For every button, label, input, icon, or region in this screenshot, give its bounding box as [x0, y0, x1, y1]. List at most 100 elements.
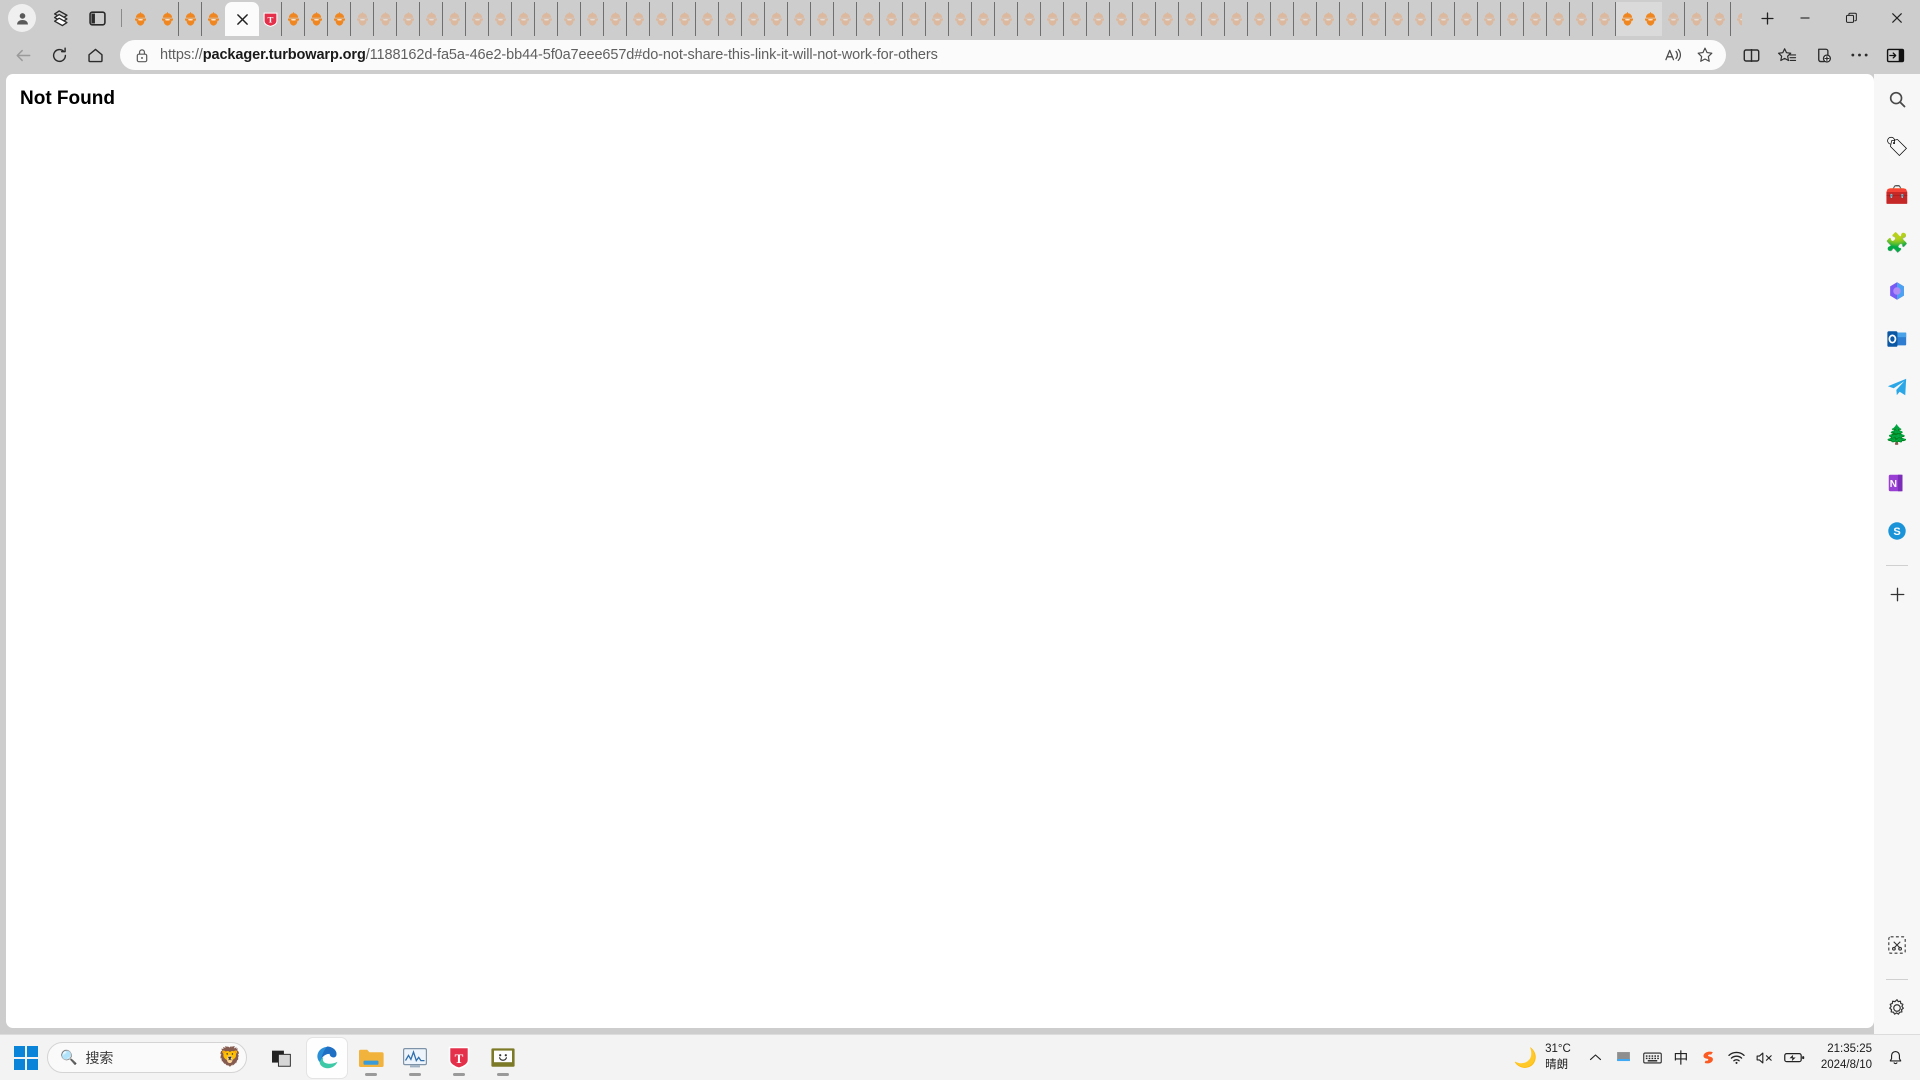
touch-keyboard-icon[interactable]	[1639, 1042, 1666, 1074]
tab-active[interactable]	[225, 2, 259, 36]
taskbar-app-task-manager[interactable]	[395, 1038, 435, 1078]
tab-item[interactable]	[1570, 2, 1593, 36]
tab-item[interactable]	[420, 2, 443, 36]
tab-item[interactable]	[1294, 2, 1317, 36]
tab-item[interactable]	[650, 2, 673, 36]
close-window-button[interactable]	[1874, 0, 1920, 36]
sidebar-item-onenote[interactable]: N	[1881, 467, 1913, 499]
tab-item[interactable]	[1616, 2, 1639, 36]
minimize-button[interactable]	[1782, 0, 1828, 36]
address-bar[interactable]: https://packager.turbowarp.org/1188162d-…	[120, 40, 1726, 70]
tab-item[interactable]	[1685, 2, 1708, 36]
tab-item[interactable]	[156, 2, 179, 36]
tab-item[interactable]	[351, 2, 374, 36]
tab-item[interactable]	[1501, 2, 1524, 36]
tab-item[interactable]	[374, 2, 397, 36]
tab-item[interactable]	[282, 2, 305, 36]
battery-charging-icon[interactable]	[1780, 1042, 1809, 1074]
tab-item[interactable]	[512, 2, 535, 36]
weather-widget[interactable]: 🌙 31°C 晴朗	[1503, 1042, 1580, 1073]
tab-item[interactable]	[489, 2, 512, 36]
settings-and-more-button[interactable]	[1842, 40, 1876, 70]
tab-item[interactable]	[1731, 2, 1742, 36]
tab-item[interactable]	[765, 2, 788, 36]
tab-item[interactable]	[1156, 2, 1179, 36]
taskbar-app-turbowarp[interactable]: T	[439, 1038, 479, 1078]
sidebar-item-outlook[interactable]	[1881, 323, 1913, 355]
tab-item[interactable]	[1225, 2, 1248, 36]
taskbar-search-box[interactable]: 🔍 搜索 🦁	[47, 1042, 247, 1073]
sidebar-web-capture-button[interactable]	[1881, 929, 1913, 961]
tab-item[interactable]	[995, 2, 1018, 36]
sidebar-add-button[interactable]	[1881, 578, 1913, 610]
tab-item[interactable]	[926, 2, 949, 36]
tab-item[interactable]	[1179, 2, 1202, 36]
refresh-button[interactable]	[42, 40, 76, 70]
display-switch-icon[interactable]	[1611, 1042, 1637, 1074]
back-button[interactable]	[6, 40, 40, 70]
sidebar-item-skype[interactable]: S	[1881, 515, 1913, 547]
tab-item[interactable]	[202, 2, 225, 36]
show-hidden-icons-button[interactable]	[1583, 1042, 1609, 1074]
taskbar-app-file-explorer[interactable]	[351, 1038, 391, 1078]
tab-item[interactable]	[742, 2, 765, 36]
sidebar-settings-button[interactable]	[1881, 992, 1913, 1024]
tab-item[interactable]	[1064, 2, 1087, 36]
tab-item[interactable]	[328, 2, 351, 36]
tab-item[interactable]	[1524, 2, 1547, 36]
tab-item[interactable]	[397, 2, 420, 36]
read-aloud-button[interactable]	[1658, 42, 1688, 68]
tab-item[interactable]	[1018, 2, 1041, 36]
tab-item[interactable]	[719, 2, 742, 36]
tab-item[interactable]	[443, 2, 466, 36]
favorite-button[interactable]	[1690, 42, 1720, 68]
tab-item[interactable]	[1639, 2, 1662, 36]
tab-item[interactable]	[673, 2, 696, 36]
tab-item[interactable]	[1409, 2, 1432, 36]
favorites-button[interactable]	[1770, 40, 1804, 70]
tab-item[interactable]	[1593, 2, 1616, 36]
avatar[interactable]	[8, 4, 36, 32]
tab-item[interactable]	[696, 2, 719, 36]
tab-item[interactable]	[1133, 2, 1156, 36]
tab-item[interactable]	[834, 2, 857, 36]
sidebar-item-shopping[interactable]: 🏷	[1881, 131, 1913, 163]
tab-item[interactable]	[1432, 2, 1455, 36]
start-button[interactable]	[14, 1046, 38, 1070]
tab-item[interactable]	[1478, 2, 1501, 36]
taskbar-app-terminal[interactable]	[483, 1038, 523, 1078]
tab-item[interactable]	[1386, 2, 1409, 36]
tab-item[interactable]	[949, 2, 972, 36]
tab-strip[interactable]: T	[129, 0, 1742, 36]
tab-item[interactable]	[1363, 2, 1386, 36]
tab-item[interactable]	[972, 2, 995, 36]
sidebar-item-search[interactable]	[1881, 83, 1913, 115]
tab-item[interactable]	[880, 2, 903, 36]
tab-item[interactable]	[129, 2, 152, 36]
tab-item[interactable]	[788, 2, 811, 36]
tab-item[interactable]	[627, 2, 650, 36]
tab-item[interactable]	[1110, 2, 1133, 36]
tab-item[interactable]	[1340, 2, 1363, 36]
tab-item[interactable]	[305, 2, 328, 36]
speaker-muted-icon[interactable]	[1752, 1042, 1778, 1074]
tab-item[interactable]	[811, 2, 834, 36]
sidebar-item-tools[interactable]: 🧰	[1881, 179, 1913, 211]
notifications-button[interactable]	[1882, 1042, 1908, 1074]
tab-item[interactable]	[1202, 2, 1225, 36]
tab-item[interactable]	[1248, 2, 1271, 36]
maximize-button[interactable]	[1828, 0, 1874, 36]
tab-item[interactable]	[1455, 2, 1478, 36]
tab-item[interactable]	[1271, 2, 1294, 36]
tab-item[interactable]	[604, 2, 627, 36]
new-tab-button[interactable]	[1752, 3, 1782, 33]
tab-item[interactable]	[581, 2, 604, 36]
copilot-button[interactable]	[44, 3, 78, 33]
tab-item[interactable]	[1317, 2, 1340, 36]
clock[interactable]: 21:35:25 2024/8/10	[1811, 1042, 1880, 1073]
tab-item[interactable]	[558, 2, 581, 36]
vertical-tabs-button[interactable]	[80, 3, 114, 33]
tab-item[interactable]	[1087, 2, 1110, 36]
tab-item[interactable]	[1662, 2, 1685, 36]
sidebar-item-telegram[interactable]	[1881, 371, 1913, 403]
